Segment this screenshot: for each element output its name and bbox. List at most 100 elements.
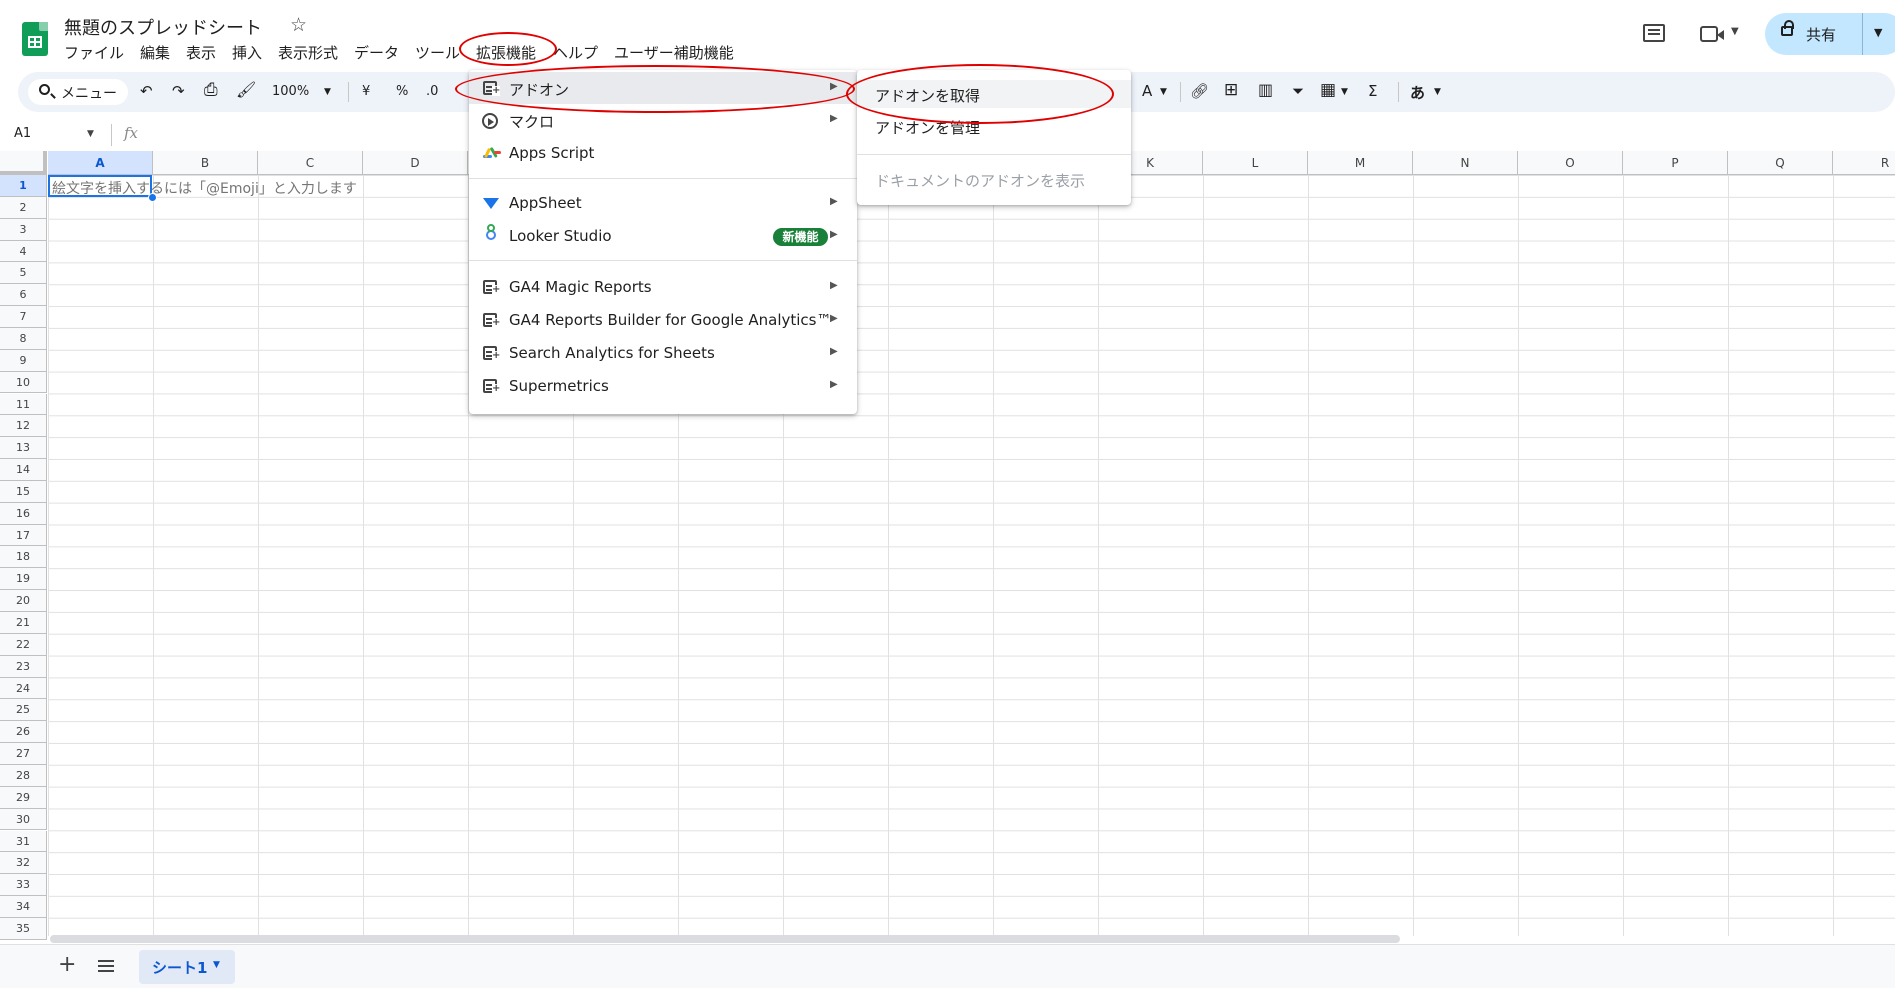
row-header[interactable]: 23: [0, 655, 47, 678]
comment-add-icon[interactable]: ⊞: [1224, 80, 1238, 100]
column-header[interactable]: C: [258, 151, 363, 175]
column-header[interactable]: Q: [1728, 151, 1833, 175]
menu-insert[interactable]: 挿入: [232, 42, 262, 63]
redo-icon[interactable]: ↷: [172, 82, 185, 100]
column-header[interactable]: L: [1203, 151, 1308, 175]
menu-edit[interactable]: 編集: [140, 42, 170, 63]
column-header[interactable]: M: [1308, 151, 1413, 175]
menu-item-supermetrics[interactable]: Supermetrics ▶: [469, 370, 857, 402]
row-header[interactable]: 33: [0, 874, 47, 897]
menu-item-ga4-magic-reports[interactable]: GA4 Magic Reports ▶: [469, 271, 857, 303]
document-title[interactable]: 無題のスプレッドシート: [64, 14, 262, 40]
share-button[interactable]: 共有 ▼: [1765, 13, 1895, 55]
row-header[interactable]: 26: [0, 721, 47, 744]
sum-function-button[interactable]: Σ: [1368, 82, 1377, 100]
menu-help[interactable]: ヘルプ: [553, 42, 598, 63]
chevron-down-icon[interactable]: ▼: [87, 129, 94, 139]
paint-format-icon[interactable]: 🖌︎: [236, 80, 256, 99]
currency-format-button[interactable]: ¥: [362, 84, 370, 99]
row-header[interactable]: 1: [0, 175, 47, 197]
chevron-down-icon[interactable]: ▼: [1874, 26, 1882, 39]
row-header[interactable]: 3: [0, 218, 47, 241]
comment-history-icon[interactable]: [1643, 24, 1665, 42]
percent-format-button[interactable]: %: [396, 84, 408, 99]
menu-item-looker-studio[interactable]: Looker Studio 新機能 ▶: [469, 220, 857, 252]
row-header[interactable]: 5: [0, 262, 47, 285]
row-header[interactable]: 34: [0, 896, 47, 918]
decrease-decimal-button[interactable]: .0: [426, 84, 438, 99]
row-header[interactable]: 25: [0, 699, 47, 722]
row-header[interactable]: 27: [0, 743, 47, 765]
row-header[interactable]: 17: [0, 524, 47, 547]
row-header[interactable]: 19: [0, 568, 47, 591]
all-sheets-icon[interactable]: [98, 960, 114, 962]
filter-view-icon[interactable]: ▦: [1320, 80, 1336, 100]
menu-tools[interactable]: ツール: [415, 42, 460, 63]
sheets-logo-icon[interactable]: [22, 22, 48, 56]
cell-grid[interactable]: [48, 175, 1895, 936]
horizontal-scrollbar[interactable]: [50, 935, 1400, 943]
row-header[interactable]: 22: [0, 633, 47, 656]
chevron-down-icon[interactable]: ▼: [1434, 87, 1441, 97]
row-header[interactable]: 12: [0, 415, 47, 438]
chevron-down-icon[interactable]: ▼: [1731, 26, 1739, 37]
row-header[interactable]: 7: [0, 306, 47, 328]
menu-file[interactable]: ファイル: [64, 42, 124, 63]
row-header[interactable]: 10: [0, 371, 47, 394]
menu-item-ga4-reports-builder[interactable]: GA4 Reports Builder for Google Analytics…: [469, 304, 857, 336]
row-header[interactable]: 30: [0, 808, 47, 831]
sheet-tab[interactable]: シート1 ▼: [139, 950, 235, 984]
menu-extensions[interactable]: 拡張機能: [476, 42, 536, 63]
menu-search-box[interactable]: メニュー: [28, 79, 128, 105]
menu-item-macros[interactable]: マクロ ▶: [469, 104, 857, 136]
menu-view[interactable]: 表示: [186, 42, 216, 63]
menu-format[interactable]: 表示形式: [278, 42, 338, 63]
row-header[interactable]: 9: [0, 349, 47, 372]
row-header[interactable]: 11: [0, 393, 47, 416]
row-header[interactable]: 28: [0, 764, 47, 787]
row-header[interactable]: 20: [0, 590, 47, 612]
text-color-button[interactable]: A: [1142, 82, 1152, 100]
column-header[interactable]: O: [1518, 151, 1623, 175]
chevron-down-icon[interactable]: ▼: [324, 87, 331, 97]
input-tools-button[interactable]: あ: [1410, 82, 1425, 103]
chevron-down-icon[interactable]: ▼: [1341, 87, 1348, 97]
zoom-select[interactable]: 100%: [272, 84, 309, 99]
row-header[interactable]: 29: [0, 786, 47, 809]
menu-item-addons[interactable]: アドオン ▶: [469, 72, 857, 104]
row-header[interactable]: 24: [0, 677, 47, 700]
menu-item-apps-script[interactable]: Apps Script: [469, 137, 857, 169]
menu-item-search-analytics[interactable]: Search Analytics for Sheets ▶: [469, 337, 857, 369]
print-icon[interactable]: ⎙: [204, 80, 218, 100]
row-header[interactable]: 35: [0, 917, 47, 940]
column-header[interactable]: D: [363, 151, 468, 175]
menu-accessibility[interactable]: ユーザー補助機能: [614, 42, 734, 63]
column-header[interactable]: A: [48, 151, 153, 175]
row-header[interactable]: 6: [0, 284, 47, 307]
chart-icon[interactable]: ▥: [1258, 80, 1273, 99]
chevron-down-icon[interactable]: ▼: [1160, 87, 1167, 97]
row-header[interactable]: 18: [0, 546, 47, 569]
row-header[interactable]: 2: [0, 196, 47, 219]
row-header[interactable]: 13: [0, 437, 47, 460]
menu-item-appsheet[interactable]: AppSheet ▶: [469, 187, 857, 219]
add-sheet-button[interactable]: +: [58, 952, 76, 977]
column-header[interactable]: R: [1833, 151, 1895, 175]
video-call-icon[interactable]: [1700, 26, 1724, 42]
row-header[interactable]: 8: [0, 327, 47, 350]
row-header[interactable]: 21: [0, 612, 47, 634]
name-box[interactable]: A1: [14, 126, 31, 141]
row-header[interactable]: 14: [0, 459, 47, 481]
row-header[interactable]: 15: [0, 480, 47, 503]
submenu-item-get-addons[interactable]: アドオンを取得: [857, 80, 1131, 108]
undo-icon[interactable]: ↶: [140, 82, 153, 100]
row-header[interactable]: 4: [0, 240, 47, 263]
link-icon[interactable]: 🔗︎: [1190, 82, 1209, 100]
row-header[interactable]: 32: [0, 852, 47, 875]
column-header[interactable]: P: [1623, 151, 1728, 175]
star-icon[interactable]: ☆: [290, 14, 307, 36]
column-header[interactable]: B: [153, 151, 258, 175]
row-header[interactable]: 31: [0, 830, 47, 853]
filter-icon[interactable]: ⏷: [1292, 82, 1304, 100]
row-header[interactable]: 16: [0, 502, 47, 525]
